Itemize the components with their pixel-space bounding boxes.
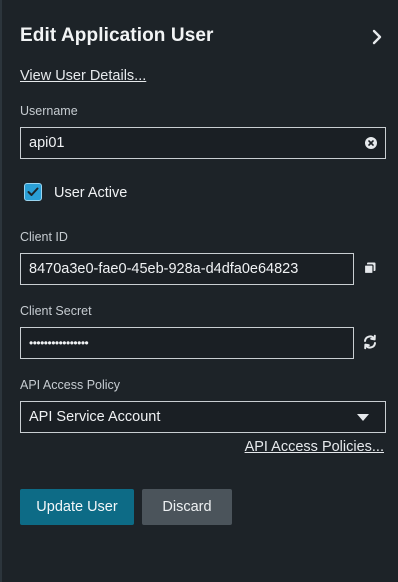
client-secret-value: •••••••••••••••• <box>29 336 89 350</box>
copy-client-id-button[interactable] <box>360 258 380 278</box>
copy-icon <box>363 262 376 275</box>
client-id-label: Client ID <box>20 230 68 244</box>
regenerate-secret-button[interactable] <box>360 332 380 352</box>
api-access-policy-value: API Service Account <box>29 409 161 425</box>
username-label: Username <box>20 104 78 118</box>
checkmark-icon <box>27 187 39 196</box>
collapse-panel-button[interactable] <box>366 26 388 48</box>
discard-button[interactable]: Discard <box>142 489 232 525</box>
refresh-icon <box>364 334 376 350</box>
user-active-label: User Active <box>54 185 128 201</box>
panel-title: Edit Application User <box>20 25 214 46</box>
user-active-checkbox[interactable] <box>24 183 42 201</box>
api-access-policies-link[interactable]: API Access Policies... <box>245 439 384 455</box>
edit-user-panel: Edit Application User View User Details.… <box>0 0 398 582</box>
caret-down-icon <box>357 413 369 421</box>
api-access-policy-label: API Access Policy <box>20 378 121 392</box>
client-secret-field[interactable]: •••••••••••••••• <box>20 327 354 359</box>
update-user-button[interactable]: Update User <box>20 489 134 525</box>
client-id-field[interactable]: 8470a3e0-fae0-45eb-928a-d4dfa0e64823 <box>20 253 354 285</box>
api-access-policy-select[interactable]: API Service Account <box>20 401 386 433</box>
client-secret-label: Client Secret <box>20 304 92 318</box>
username-value: api01 <box>29 135 65 151</box>
view-user-details-link[interactable]: View User Details... <box>20 68 146 84</box>
username-field[interactable]: api01 <box>20 127 386 159</box>
client-id-value: 8470a3e0-fae0-45eb-928a-d4dfa0e64823 <box>29 261 299 277</box>
clear-icon[interactable] <box>365 137 377 149</box>
chevron-right-icon <box>372 29 382 45</box>
